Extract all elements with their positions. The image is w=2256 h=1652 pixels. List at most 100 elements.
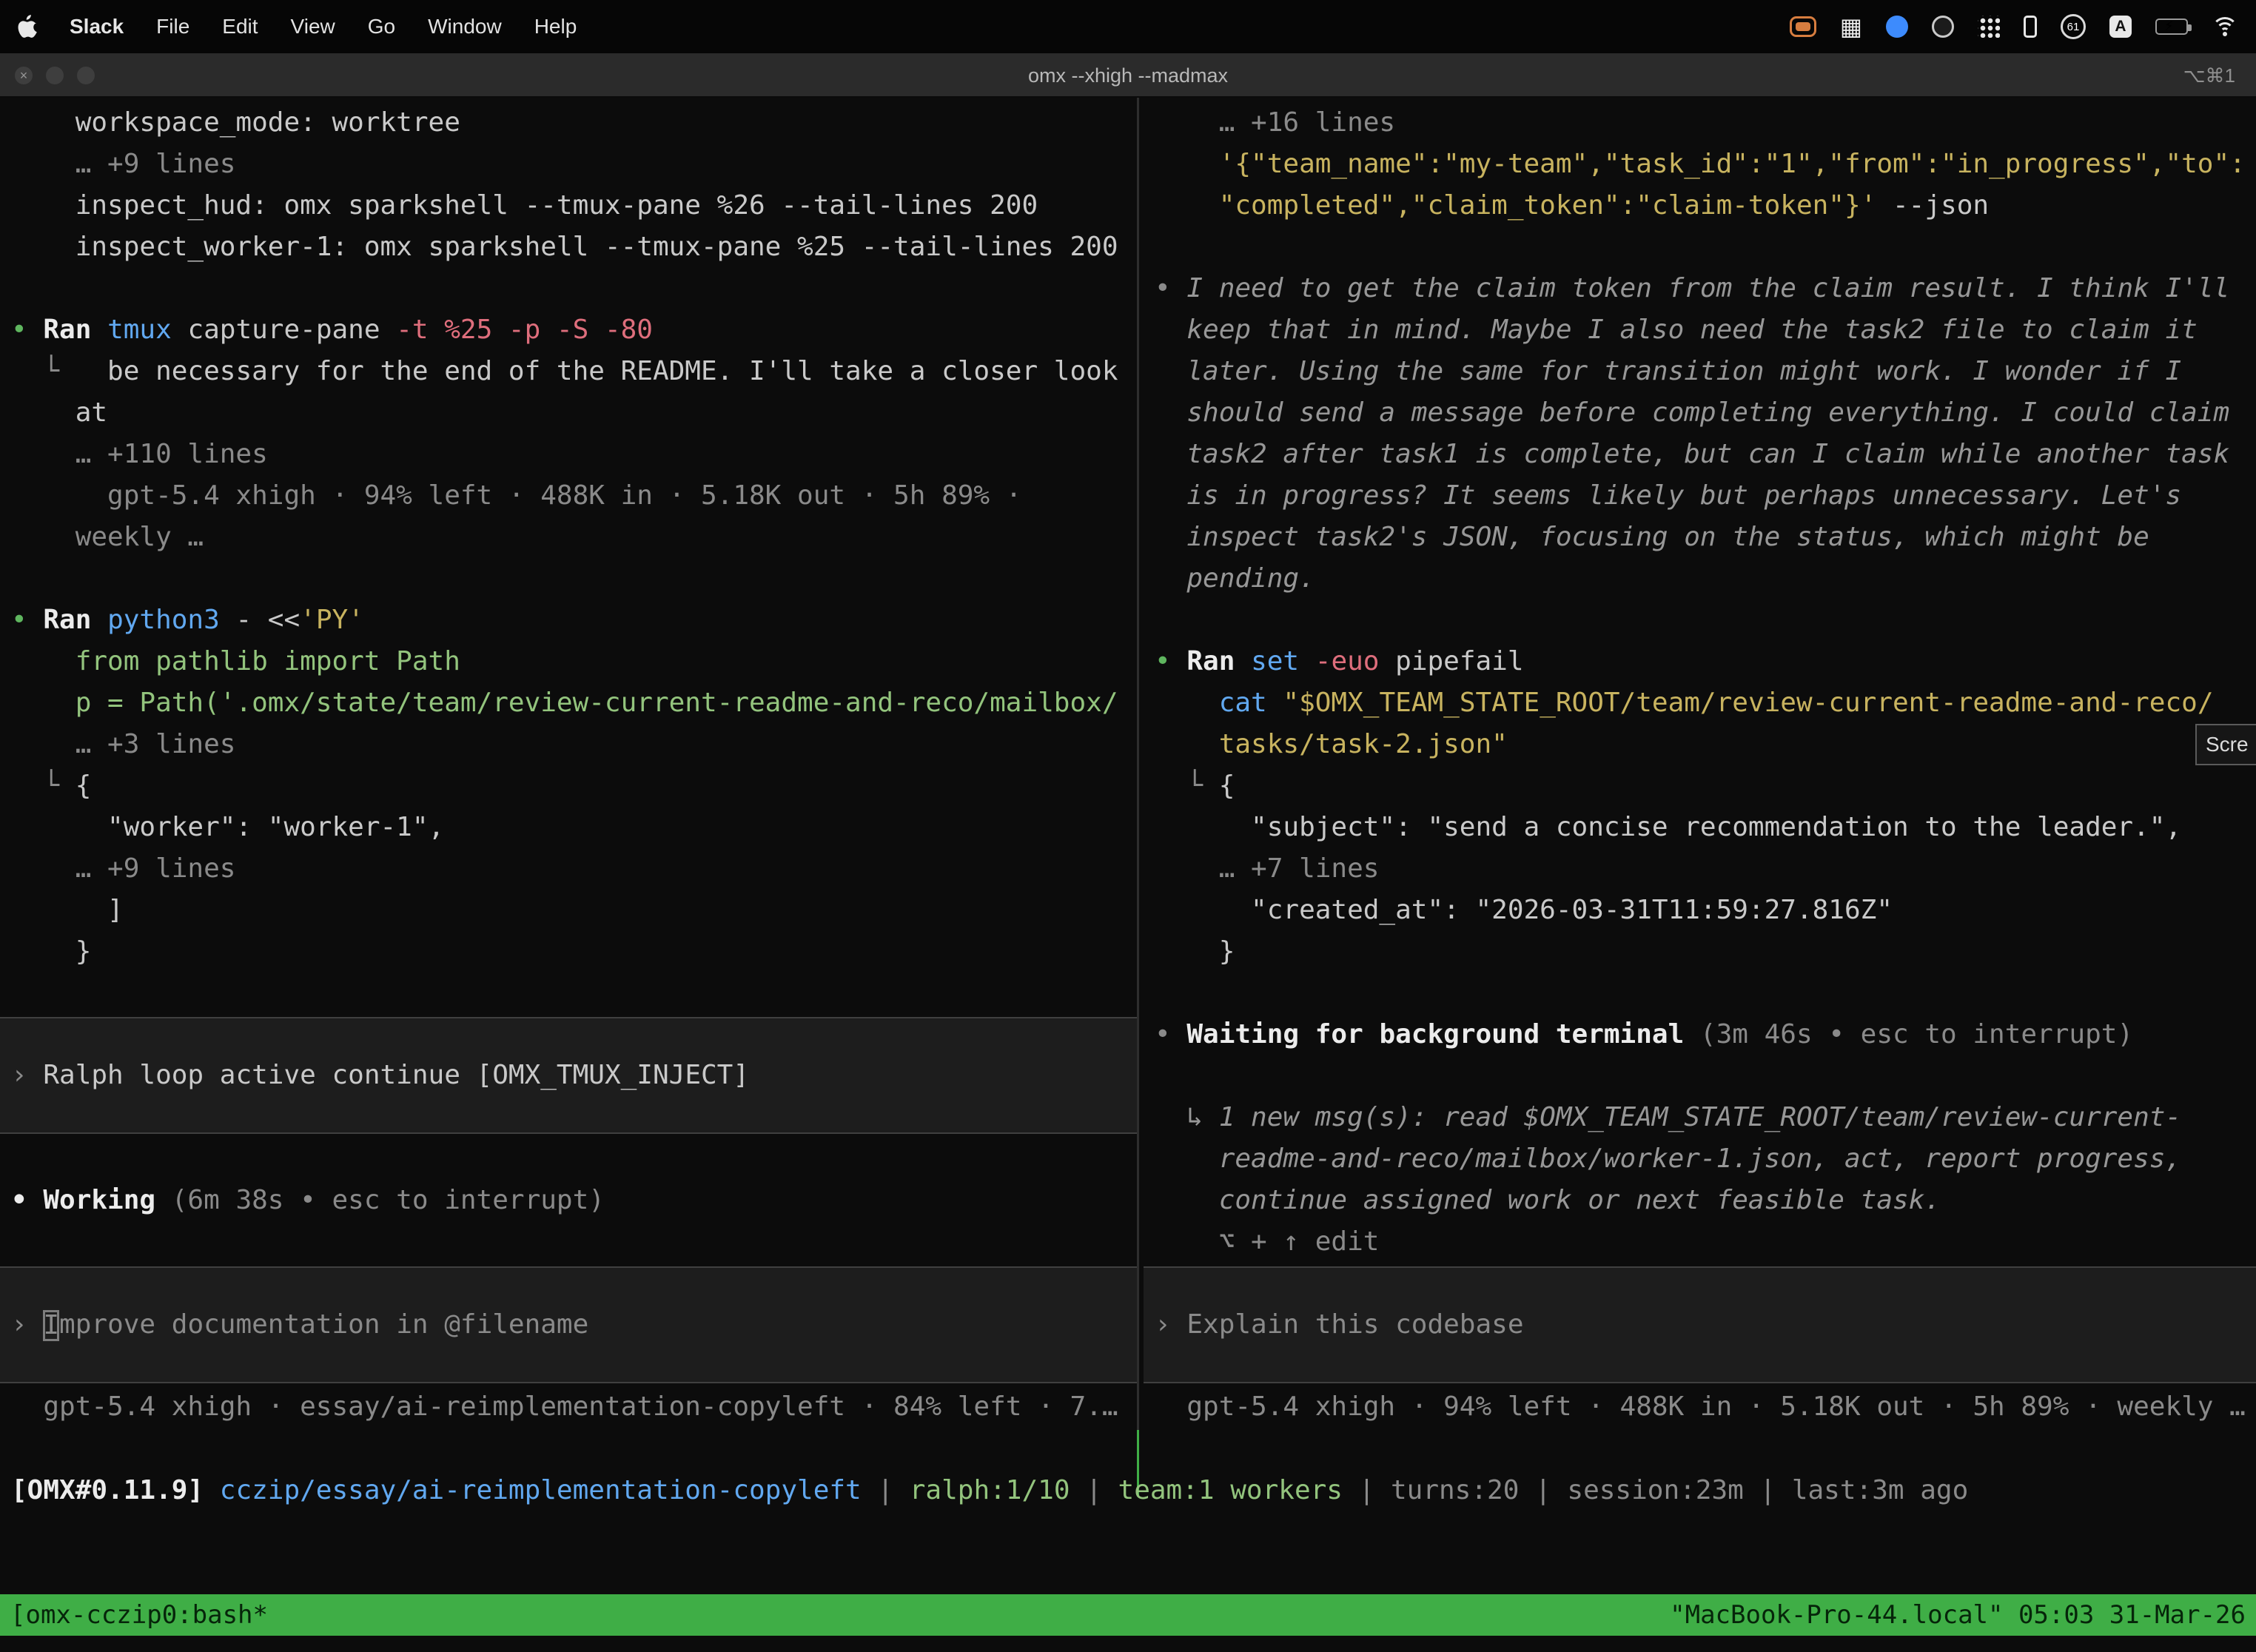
prompt-placeholder-right: › Explain this codebase [1155, 1304, 2256, 1346]
prompt-placeholder-left: › Improve documentation in @filename [11, 1304, 1137, 1346]
terminal-line: pending. [1155, 558, 2256, 600]
terminal-line: from pathlib import Path [11, 641, 1137, 682]
terminal-line: • Ran set -euo pipefail [1155, 641, 2256, 682]
terminal-line: continue assigned work or next feasible … [1155, 1180, 2256, 1221]
terminal-line: "completed","claim_token":"claim-token"}… [1155, 185, 2256, 226]
tmux-status-bar: [omx-cczip0:bash* "MacBook-Pro-44.local"… [0, 1594, 2256, 1636]
terminal-line: … +16 lines [1155, 102, 2256, 144]
battery-percentage-badge[interactable]: 61 [2061, 14, 2086, 39]
terminal-line: tasks/task-2.json" [1155, 724, 2256, 765]
terminal-line: weekly … [11, 517, 1137, 558]
prompt-input-right[interactable]: › Explain this codebase [1144, 1266, 2256, 1383]
terminal-line: task2 after task1 is complete, but can I… [1155, 434, 2256, 475]
terminal-line: • I need to get the claim token from the… [1155, 268, 2256, 309]
menu-edit[interactable]: Edit [222, 15, 258, 38]
working-status-line: • Working (6m 38s • esc to interrupt) [11, 1180, 1137, 1221]
inject-banner-text: › Ralph loop active continue [OMX_TMUX_I… [11, 1055, 1137, 1096]
terminal-line: cat "$OMX_TEAM_STATE_ROOT/team/review-cu… [1155, 682, 2256, 724]
terminal-line: ] [11, 890, 1137, 931]
terminal-line: └ { [11, 765, 1137, 807]
terminal-line: is in progress? It seems likely but perh… [1155, 475, 2256, 517]
terminal-line [1155, 973, 2256, 1014]
terminal-line: • Ran tmux capture-pane -t %25 -p -S -80 [11, 309, 1137, 351]
screen: Slack File Edit View Go Window Help ▦ 61… [0, 0, 2256, 1652]
terminal-line: › Explain this codebase [1155, 1304, 2256, 1346]
terminal-line: '{"team_name":"my-team","task_id":"1","f… [1155, 144, 2256, 185]
terminal-line: › Ralph loop active continue [OMX_TMUX_I… [11, 1055, 1137, 1096]
pane-divider[interactable] [1137, 98, 1139, 1497]
menu-view[interactable]: View [291, 15, 335, 38]
terminal-line: p = Path('.omx/state/team/review-current… [11, 682, 1137, 724]
tmux-session-window: [omx-cczip0:bash* [10, 1600, 268, 1630]
terminal-line [1155, 1055, 2256, 1097]
terminal-line: "subject": "send a concise recommendatio… [1155, 807, 2256, 848]
terminal-line [1155, 226, 2256, 268]
window-grid-icon[interactable]: ▦ [1840, 15, 1862, 38]
right-pane-output: … +16 lines '{"team_name":"my-team","tas… [1155, 102, 2256, 1263]
battery-bolt-icon: ⚡ [2164, 19, 2174, 34]
device-icon[interactable] [2024, 16, 2037, 38]
terminal-line: … +9 lines [11, 144, 1137, 185]
menu-bar-status-icons: ▦ 61 A ⚡ [1790, 14, 2238, 39]
terminal-line: • Ran python3 - <<'PY' [11, 600, 1137, 641]
terminal-line: gpt-5.4 xhigh · 94% left · 488K in · 5.1… [11, 475, 1137, 517]
terminal-line: inspect_worker-1: omx sparkshell --tmux-… [11, 226, 1137, 268]
model-status-left: gpt-5.4 xhigh · essay/ai-reimplementatio… [11, 1386, 1137, 1428]
window-title-bar[interactable]: × omx --xhigh --madmax ⌥⌘1 [0, 53, 2256, 98]
inject-banner: › Ralph loop active continue [OMX_TMUX_I… [0, 1017, 1137, 1134]
menu-window[interactable]: Window [428, 15, 502, 38]
terminal-line: inspect_hud: omx sparkshell --tmux-pane … [11, 185, 1137, 226]
dots-grid-icon[interactable] [1978, 16, 2000, 38]
terminal-line [11, 268, 1137, 309]
terminal-line [1155, 600, 2256, 641]
prompt-input-left[interactable]: › Improve documentation in @filename [0, 1266, 1137, 1383]
terminal-line: readme-and-reco/mailbox/worker-1.json, a… [1155, 1138, 2256, 1180]
screen-recording-icon[interactable] [1790, 16, 1816, 37]
window-title: omx --xhigh --madmax [0, 53, 2256, 98]
terminal-line: › Improve documentation in @filename [11, 1304, 1137, 1346]
terminal-line: ↳ 1 new msg(s): read $OMX_TEAM_STATE_ROO… [1155, 1097, 2256, 1138]
app-blue-icon[interactable] [1886, 16, 1908, 38]
terminal-line: ⌥ + ↑ edit [1155, 1221, 2256, 1263]
terminal-line: … +110 lines [11, 434, 1137, 475]
input-source-icon[interactable]: A [2109, 16, 2132, 38]
terminal-line: … +9 lines [11, 848, 1137, 890]
app-dark-icon[interactable] [1932, 16, 1954, 38]
terminal-line: keep that in mind. Maybe I also need the… [1155, 309, 2256, 351]
menu-bar: Slack File Edit View Go Window Help ▦ 61… [0, 0, 2256, 53]
terminal-line: } [11, 931, 1137, 973]
screen-share-tooltip: Scre [2195, 724, 2256, 765]
terminal-line: … +7 lines [1155, 848, 2256, 890]
tmux-host-datetime: "MacBook-Pro-44.local" 05:03 31-Mar-26 [1670, 1600, 2246, 1630]
wifi-icon[interactable] [2212, 17, 2238, 36]
terminal-line: • Working (6m 38s • esc to interrupt) [11, 1180, 1137, 1221]
terminal-line [11, 558, 1137, 600]
menu-file[interactable]: File [156, 15, 189, 38]
window-shortcut-hint: ⌥⌘1 [2183, 53, 2235, 98]
terminal-line: [OMX#0.11.9] cczip/essay/ai-reimplementa… [11, 1470, 2256, 1511]
terminal-line: "worker": "worker-1", [11, 807, 1137, 848]
terminal-pane-left[interactable]: workspace_mode: worktree … +9 lines insp… [0, 98, 1137, 1526]
terminal-line: } [1155, 931, 2256, 973]
terminal-line: later. Using the same for transition mig… [1155, 351, 2256, 392]
terminal-line: inspect task2's JSON, focusing on the st… [1155, 517, 2256, 558]
terminal-line: "created_at": "2026-03-31T11:59:27.816Z" [1155, 890, 2256, 931]
menu-bar-left: Slack File Edit View Go Window Help [18, 15, 577, 38]
menu-app-name[interactable]: Slack [70, 15, 124, 38]
apple-icon[interactable] [18, 15, 37, 38]
terminal: workspace_mode: worktree … +9 lines insp… [0, 98, 2256, 1652]
menu-go[interactable]: Go [368, 15, 395, 38]
terminal-line: workspace_mode: worktree [11, 102, 1137, 144]
menu-help[interactable]: Help [534, 15, 577, 38]
terminal-line: └ { [1155, 765, 2256, 807]
omx-session-status: [OMX#0.11.9] cczip/essay/ai-reimplementa… [11, 1470, 2256, 1511]
battery-icon[interactable]: ⚡ [2155, 19, 2188, 35]
terminal-line: • Waiting for background terminal (3m 46… [1155, 1014, 2256, 1055]
terminal-pane-right[interactable]: … +16 lines '{"team_name":"my-team","tas… [1144, 98, 2256, 1526]
terminal-line: should send a message before completing … [1155, 392, 2256, 434]
terminal-line: … +3 lines [11, 724, 1137, 765]
terminal-line: at [11, 392, 1137, 434]
left-pane-output: workspace_mode: worktree … +9 lines insp… [11, 102, 1137, 973]
terminal-line: └ be necessary for the end of the README… [11, 351, 1137, 392]
model-status-right: gpt-5.4 xhigh · 94% left · 488K in · 5.1… [1155, 1386, 2256, 1428]
